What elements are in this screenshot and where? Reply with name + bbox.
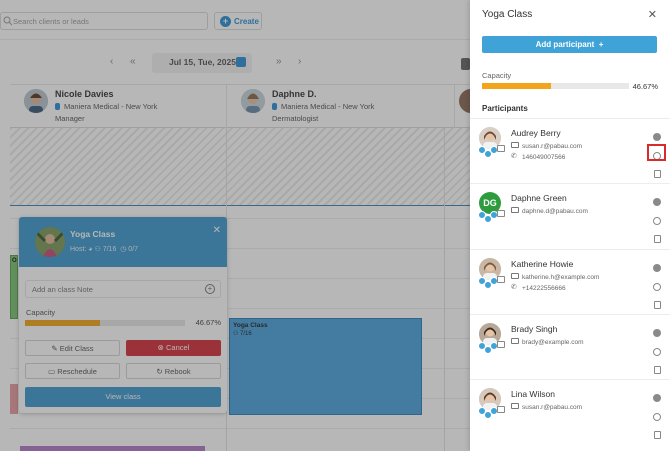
participant-row[interactable]: Katherine Howie katherine.h@example.com ✆… (470, 249, 670, 314)
card-icon (497, 406, 505, 413)
status-badges (478, 210, 508, 223)
participant-name: Audrey Berry (511, 128, 561, 138)
participant-name: Daphne Green (511, 193, 567, 203)
info-icon[interactable] (653, 264, 661, 272)
trash-icon[interactable] (654, 301, 661, 309)
participant-phone: +14222556666 (522, 285, 566, 292)
participant-email: susan.r@pabau.com (522, 143, 583, 150)
capacity-bar (482, 83, 629, 89)
trash-icon[interactable] (654, 366, 661, 374)
plus-icon: + (598, 40, 604, 49)
email-icon (511, 207, 519, 213)
participant-email: katherine.h@example.com (522, 274, 600, 281)
participant-email: brady@example.com (522, 339, 584, 346)
participant-phone: 146049007566 (522, 154, 566, 161)
add-participant-label: Add participant (535, 40, 595, 49)
email-icon (511, 338, 519, 344)
status-badges (478, 145, 508, 158)
email-icon (511, 403, 519, 409)
participant-row[interactable]: Brady Singh brady@example.com (470, 314, 670, 379)
participant-row[interactable]: Lina Wilson susan.r@pabau.com (470, 379, 670, 444)
payment-icon[interactable] (653, 348, 661, 356)
close-icon[interactable]: ✕ (648, 8, 657, 21)
card-icon (497, 210, 505, 217)
participant-email: daphne.d@pabau.com (522, 208, 588, 215)
trash-icon[interactable] (654, 170, 661, 178)
phone-icon: ✆ (511, 284, 517, 291)
card-icon (497, 341, 505, 348)
payment-icon[interactable] (653, 413, 661, 421)
payment-icon[interactable] (653, 217, 661, 225)
card-icon (497, 276, 505, 283)
status-badges (478, 406, 508, 419)
card-icon (497, 145, 505, 152)
status-badges (478, 276, 508, 289)
phone-icon: ✆ (511, 153, 517, 160)
status-badges (478, 341, 508, 354)
modal-overlay[interactable] (0, 0, 470, 451)
info-icon[interactable] (653, 198, 661, 206)
email-icon (511, 273, 519, 279)
participant-name: Brady Singh (511, 324, 558, 334)
capacity-bar-fill (482, 83, 551, 89)
capacity-percent: 46.67% (632, 82, 658, 91)
calendar-background: Search clients or leads + Create ‹ « Jul… (0, 0, 470, 451)
add-participant-button[interactable]: Add participant + (482, 36, 657, 53)
trash-icon[interactable] (654, 431, 661, 439)
capacity-label: Capacity (482, 71, 512, 80)
participant-name: Lina Wilson (511, 389, 555, 399)
info-icon[interactable] (653, 329, 661, 337)
participant-name: Katherine Howie (511, 259, 574, 269)
trash-icon[interactable] (654, 235, 661, 243)
participant-email: susan.r@pabau.com (522, 404, 583, 411)
class-side-panel: Yoga Class ✕ Add participant + Capacity … (470, 0, 670, 451)
info-icon[interactable] (653, 394, 661, 402)
email-icon (511, 142, 519, 148)
participant-row[interactable]: Audrey Berry susan.r@pabau.com ✆ 14604900… (470, 118, 670, 183)
payment-icon[interactable] (653, 283, 661, 291)
panel-title: Yoga Class (482, 9, 533, 20)
highlighted-payment-action[interactable] (647, 144, 666, 161)
info-icon[interactable] (653, 133, 661, 141)
participant-row[interactable]: DG Daphne Green daphne.d@pabau.com (470, 183, 670, 248)
participants-heading: Participants (482, 104, 528, 113)
